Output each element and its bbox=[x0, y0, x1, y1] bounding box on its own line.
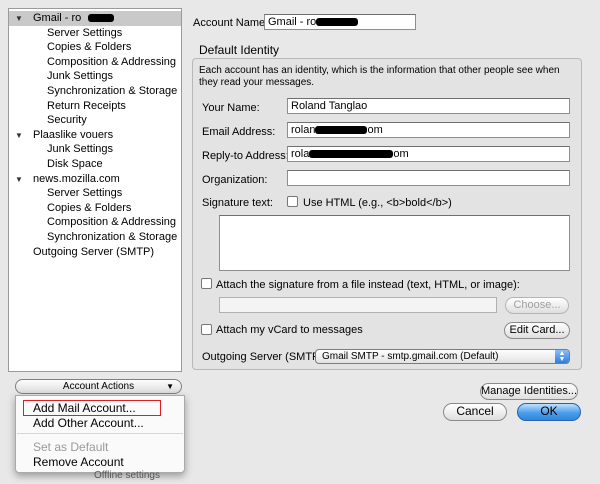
organization-label: Organization: bbox=[202, 174, 268, 186]
tree-setting-row[interactable]: Synchronization & Storage bbox=[9, 84, 181, 99]
tree-setting-row[interactable]: Junk Settings bbox=[9, 69, 181, 84]
account-actions-menu: Add Mail Account... Add Other Account...… bbox=[15, 395, 185, 473]
tree-item-label: Server Settings bbox=[47, 26, 123, 39]
account-name-label: Account Name: bbox=[193, 17, 269, 29]
account-name-input[interactable]: Gmail - ro bbox=[264, 14, 416, 30]
tree-setting-row[interactable]: Composition & Addressing bbox=[9, 215, 181, 230]
tree-item-label: Synchronization & Storage bbox=[47, 85, 178, 97]
tree-item-label: Composition & Addressing bbox=[47, 216, 177, 229]
account-tree[interactable]: ▼ Gmail - ro Server Settings Copies & Folde… bbox=[8, 8, 182, 372]
tree-item-label: Outgoing Server (SMTP) bbox=[33, 245, 155, 258]
choose-button: Choose... bbox=[505, 297, 569, 314]
tree-item-label: Copies & Folders bbox=[47, 201, 132, 214]
tree-item-label: Security bbox=[47, 114, 87, 127]
signature-textarea[interactable] bbox=[219, 215, 570, 271]
your-name-input[interactable]: Roland Tanglao bbox=[287, 98, 570, 114]
menu-item-add-mail-account[interactable]: Add Mail Account... bbox=[33, 400, 136, 416]
redaction-mark bbox=[315, 126, 368, 134]
tree-setting-row[interactable]: Security bbox=[9, 113, 181, 128]
menu-item-remove-account[interactable]: Remove Account bbox=[33, 454, 124, 470]
email-address-label: Email Address: bbox=[202, 126, 276, 138]
use-html-label: Use HTML (e.g., <b>bold</b>) bbox=[303, 197, 452, 209]
tree-setting-row[interactable]: Synchronization & Storage bbox=[9, 230, 181, 245]
tree-setting-row[interactable]: Return Receipts bbox=[9, 99, 181, 114]
menu-item-add-other-account[interactable]: Add Other Account... bbox=[33, 415, 144, 431]
tree-setting-row[interactable]: Copies & Folders bbox=[9, 40, 181, 55]
disclosure-triangle-icon[interactable]: ▼ bbox=[15, 11, 23, 26]
your-name-label: Your Name: bbox=[202, 102, 260, 114]
obscured-tree-text: Offline settings bbox=[94, 470, 160, 481]
tree-item-label: Disk Space bbox=[47, 158, 103, 170]
identity-description: Each account has an identity, which is t… bbox=[199, 65, 560, 88]
tree-item-label: Gmail - ro bbox=[33, 12, 82, 24]
tree-setting-row[interactable]: Composition & Addressing bbox=[9, 55, 181, 70]
outgoing-server-select[interactable]: Gmail SMTP - smtp.gmail.com (Default) ▲ ▼ bbox=[315, 349, 570, 364]
signature-text-label: Signature text: bbox=[202, 197, 273, 209]
tree-account-row[interactable]: ▼ Gmail - ro bbox=[9, 11, 181, 26]
tree-item-label: Composition & Addressing bbox=[47, 55, 177, 68]
tree-item-label: Synchronization & Storage bbox=[47, 231, 178, 243]
tree-setting-row[interactable]: Junk Settings bbox=[9, 142, 181, 157]
tree-item-label: news.mozilla.com bbox=[33, 172, 120, 185]
chevron-down-icon: ▼ bbox=[166, 382, 174, 391]
redaction-mark bbox=[88, 14, 114, 22]
tree-item-label: Return Receipts bbox=[47, 99, 126, 112]
tree-account-row[interactable]: Outgoing Server (SMTP) bbox=[9, 245, 181, 260]
manage-identities-button[interactable]: Manage Identities... bbox=[480, 383, 578, 400]
tree-item-label: Server Settings bbox=[47, 187, 123, 200]
tree-setting-row[interactable]: Copies & Folders bbox=[9, 201, 181, 216]
attach-signature-checkbox[interactable] bbox=[201, 278, 212, 289]
edit-card-button[interactable]: Edit Card... bbox=[504, 322, 570, 339]
tree-item-label: Copies & Folders bbox=[47, 41, 132, 54]
redaction-mark bbox=[309, 150, 394, 158]
use-html-checkbox[interactable] bbox=[287, 196, 298, 207]
menu-separator bbox=[17, 433, 183, 434]
tree-account-row[interactable]: ▼ news.mozilla.com bbox=[9, 172, 181, 187]
attach-vcard-checkbox[interactable] bbox=[201, 324, 212, 335]
attach-vcard-label: Attach my vCard to messages bbox=[216, 324, 363, 336]
organization-input[interactable] bbox=[287, 170, 570, 186]
disclosure-triangle-icon[interactable]: ▼ bbox=[15, 172, 23, 187]
account-actions-button[interactable]: Account Actions ▼ bbox=[15, 379, 182, 394]
tree-setting-row[interactable]: Server Settings bbox=[9, 186, 181, 201]
cancel-button[interactable]: Cancel bbox=[443, 403, 507, 421]
redaction-mark bbox=[316, 18, 359, 26]
tree-item-label: Junk Settings bbox=[47, 143, 114, 156]
outgoing-server-label: Outgoing Server (SMTP): bbox=[202, 351, 327, 363]
email-address-input[interactable]: rolan om bbox=[287, 122, 570, 138]
signature-file-input[interactable] bbox=[219, 297, 497, 313]
menu-item-set-as-default: Set as Default bbox=[33, 440, 109, 454]
tree-item-label: Plaaslike vouers bbox=[33, 128, 114, 141]
reply-to-input[interactable]: rola om bbox=[287, 146, 570, 162]
default-identity-title: Default Identity bbox=[199, 43, 280, 57]
tree-item-label: Junk Settings bbox=[47, 70, 114, 83]
tree-setting-row[interactable]: Server Settings bbox=[9, 26, 181, 41]
disclosure-triangle-icon[interactable]: ▼ bbox=[15, 128, 23, 143]
attach-signature-label: Attach the signature from a file instead… bbox=[216, 279, 520, 291]
tree-setting-row[interactable]: Disk Space bbox=[9, 157, 181, 172]
reply-to-label: Reply-to Address: bbox=[202, 150, 289, 162]
select-arrows-icon: ▲ ▼ bbox=[555, 350, 569, 363]
tree-account-row[interactable]: ▼ Plaaslike vouers bbox=[9, 128, 181, 143]
account-actions-label: Account Actions bbox=[62, 381, 135, 392]
ok-button[interactable]: OK bbox=[517, 403, 581, 421]
